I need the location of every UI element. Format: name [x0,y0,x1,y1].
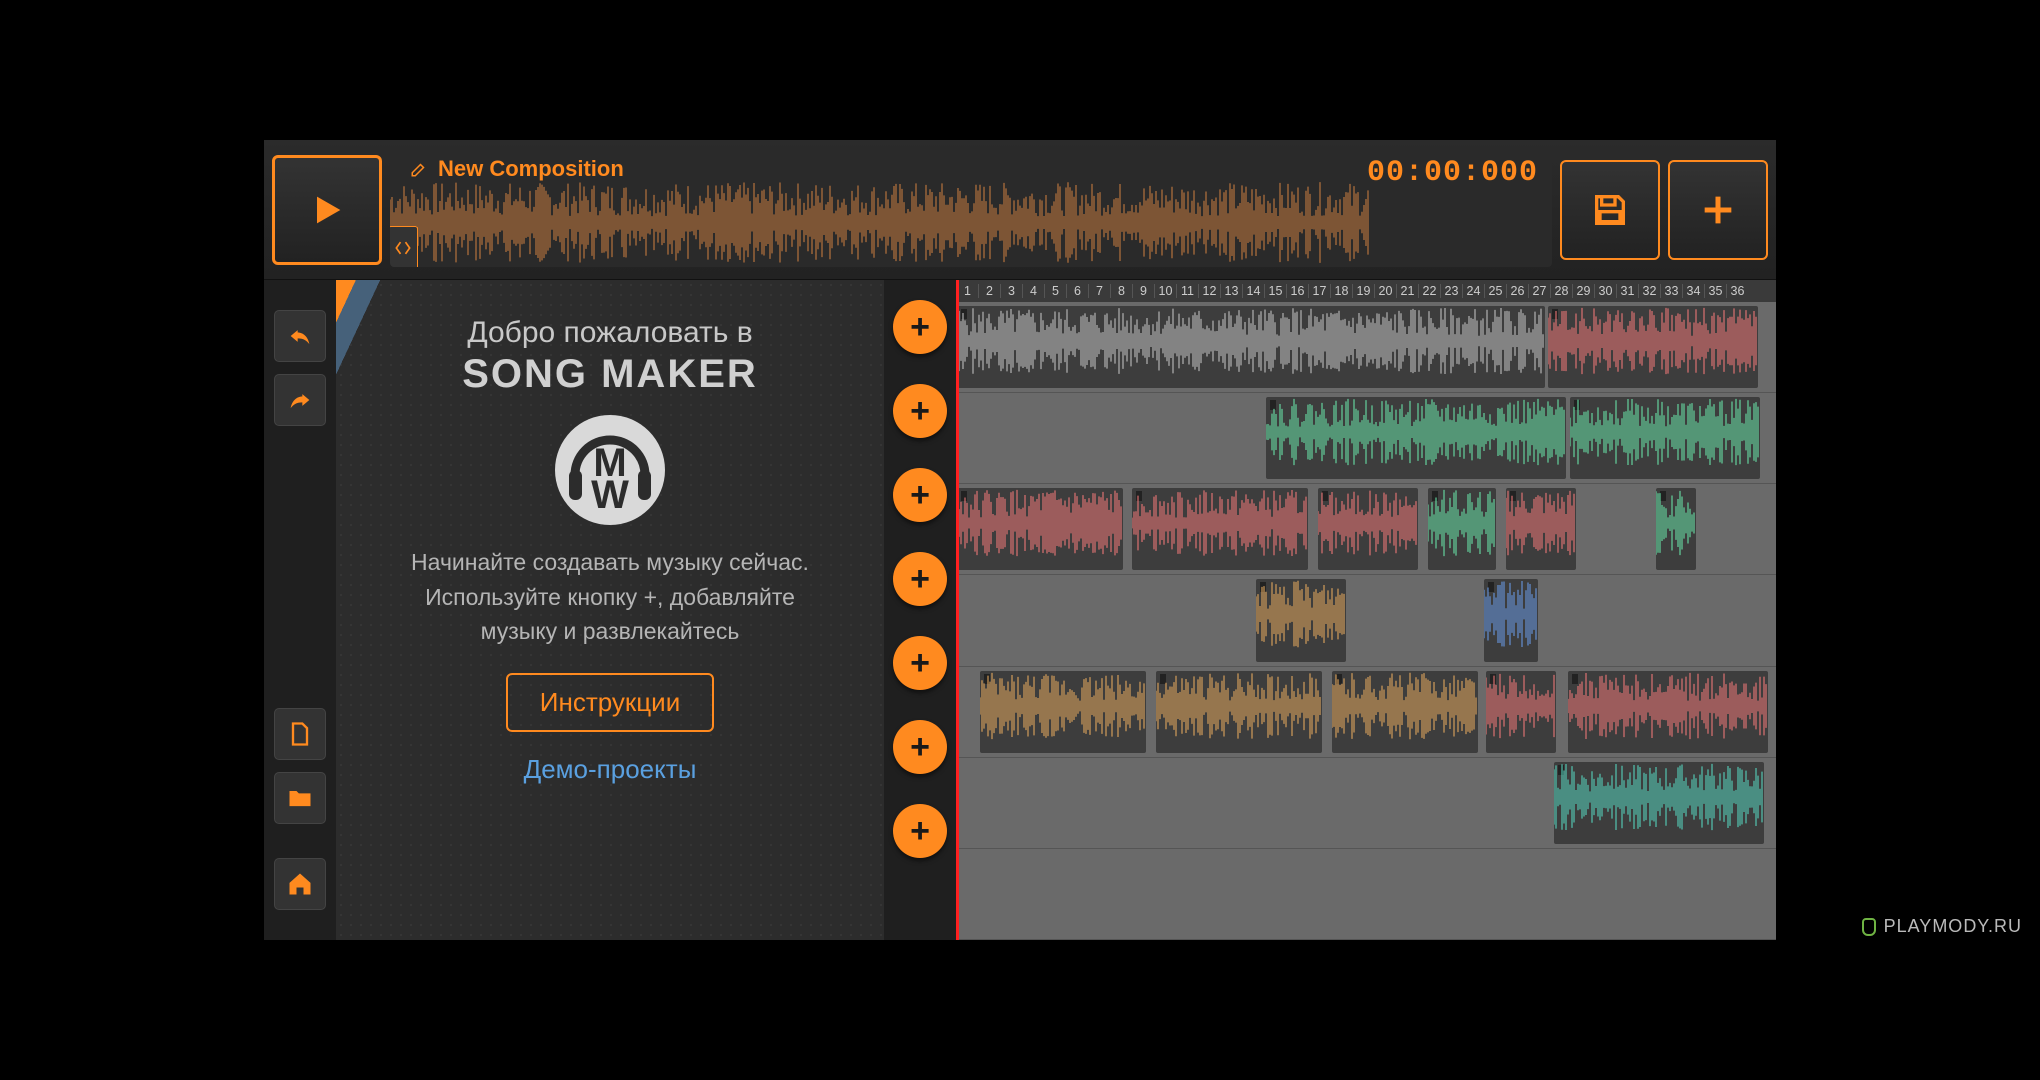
audio-clip[interactable] [1486,671,1556,753]
timeline[interactable]: 1234567891011121314151617181920212223242… [956,280,1776,940]
instructions-button[interactable]: Инструкции [506,673,714,732]
track-row[interactable] [956,484,1776,575]
tracks-container [956,302,1776,940]
track-row[interactable] [956,575,1776,666]
folder-icon [286,784,314,812]
new-file-button[interactable] [274,708,326,760]
home-icon [286,870,314,898]
undo-icon [286,322,314,350]
redo-button[interactable] [274,374,326,426]
plus-icon [1698,190,1738,230]
add-track-3[interactable]: + [893,468,947,522]
audio-clip[interactable] [1266,397,1566,479]
audio-clip[interactable] [957,488,1123,570]
play-icon [307,190,347,230]
audio-clip[interactable] [1256,579,1346,661]
watermark: PLAYMODY.RU [1862,916,2022,937]
audio-clip[interactable] [1568,671,1768,753]
track-row[interactable] [956,302,1776,393]
android-icon [1862,918,1876,936]
audio-clip[interactable] [1554,762,1764,844]
top-toolbar: New Composition 00:00:000 [264,140,1776,280]
overview-waveform[interactable]: New Composition 00:00:000 [390,152,1552,267]
redo-icon [286,386,314,414]
app-logo: MW [555,415,665,525]
open-folder-button[interactable] [274,772,326,824]
audio-clip[interactable] [957,306,1545,388]
file-icon [286,720,314,748]
audio-clip[interactable] [1156,671,1322,753]
playhead-line[interactable] [956,280,959,940]
audio-clip[interactable] [1656,488,1696,570]
playhead-handle[interactable] [390,226,418,267]
timecode-display: 00:00:000 [1367,156,1538,190]
main-area: Добро пожаловать в SONG MAKER MW Начинай… [264,280,1776,940]
timeline-ruler[interactable]: 1234567891011121314151617181920212223242… [956,280,1776,302]
track-row[interactable] [956,667,1776,758]
audio-clip[interactable] [1428,488,1496,570]
add-track-1[interactable]: + [893,300,947,354]
composition-title-text: New Composition [438,156,624,182]
add-track-7[interactable]: + [893,804,947,858]
audio-clip[interactable] [980,671,1146,753]
welcome-app-name: SONG MAKER [462,352,758,397]
overview-wave-svg [390,180,1370,265]
add-track-4[interactable]: + [893,552,947,606]
undo-button[interactable] [274,310,326,362]
track-row[interactable] [956,849,1776,940]
track-add-column: + + + + + + + [884,280,956,940]
add-track-2[interactable]: + [893,384,947,438]
audio-clip[interactable] [1318,488,1418,570]
audio-clip[interactable] [1332,671,1478,753]
welcome-body: Начинайте создавать музыку сейчас. Испол… [366,545,854,649]
composition-title[interactable]: New Composition [410,156,624,182]
app-window: New Composition 00:00:000 [264,140,1776,940]
demo-projects-link[interactable]: Демо-проекты [524,754,697,785]
add-button[interactable] [1668,160,1768,260]
add-track-6[interactable]: + [893,720,947,774]
welcome-panel: Добро пожаловать в SONG MAKER MW Начинай… [336,280,884,940]
edit-icon [410,160,428,178]
home-button[interactable] [274,858,326,910]
play-button[interactable] [272,155,382,265]
add-track-5[interactable]: + [893,636,947,690]
audio-clip[interactable] [1484,579,1538,661]
save-icon [1590,190,1630,230]
watermark-text: PLAYMODY.RU [1884,916,2022,937]
save-button[interactable] [1560,160,1660,260]
audio-clip[interactable] [1132,488,1308,570]
welcome-greeting: Добро пожаловать в [467,316,752,350]
track-row[interactable] [956,758,1776,849]
audio-clip[interactable] [1506,488,1576,570]
audio-clip[interactable] [1548,306,1758,388]
track-row[interactable] [956,393,1776,484]
audio-clip[interactable] [1570,397,1760,479]
left-toolbar [264,280,336,940]
